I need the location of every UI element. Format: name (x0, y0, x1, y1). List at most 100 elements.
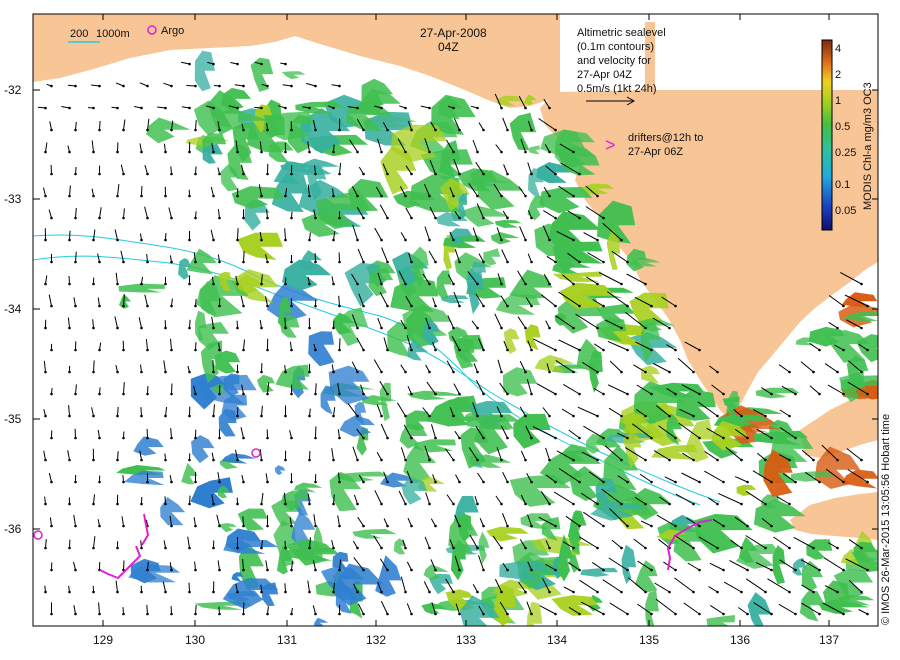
velocity-vector-head (164, 458, 167, 462)
velocity-vector-head (362, 480, 365, 484)
velocity-vector (779, 559, 796, 571)
velocity-vector-head (338, 568, 341, 572)
velocity-vector-head (482, 524, 485, 528)
velocity-vector (315, 383, 317, 395)
velocity-vector-head (122, 480, 125, 484)
velocity-vector-head (242, 568, 245, 572)
velocity-vector-head (332, 194, 335, 198)
velocity-vector (561, 408, 574, 417)
velocity-vector-head (266, 260, 269, 264)
velocity-vector-head (44, 194, 47, 198)
velocity-vector-head (788, 502, 791, 506)
velocity-vector (117, 451, 119, 461)
velocity-vector-head (410, 568, 413, 572)
velocity-vector-head (482, 172, 485, 176)
velocity-vector-head (164, 414, 167, 418)
velocity-vector-head (260, 458, 263, 462)
velocity-vector-head (596, 502, 599, 506)
velocity-vector (212, 360, 214, 373)
chlorophyll-patch (274, 465, 286, 476)
velocity-vector-head (476, 502, 479, 506)
velocity-vector (339, 162, 342, 175)
colorbar (821, 39, 833, 231)
velocity-vector-head (836, 326, 839, 330)
velocity-vector-head (356, 194, 359, 198)
velocity-vector-head (386, 480, 389, 484)
velocity-vector-head (404, 106, 407, 110)
map-canvas: 129 130 131 132 133 134 135 136 137 -32 … (4, 13, 879, 647)
velocity-vector-head (410, 128, 413, 132)
velocity-vector (338, 295, 340, 307)
x-tick-label-130: 130 (185, 633, 205, 647)
velocity-vector-head (332, 326, 335, 330)
velocity-vector-head (242, 524, 245, 528)
velocity-vector-head (242, 480, 245, 484)
chlorophyll-patch (580, 567, 619, 577)
velocity-vector-head (698, 392, 701, 396)
velocity-vector-head (50, 568, 53, 572)
velocity-vector (163, 360, 166, 373)
velocity-vector-head (146, 436, 149, 440)
velocity-vector (123, 119, 126, 131)
velocity-vector-head (554, 392, 557, 396)
velocity-vector-head (338, 524, 341, 528)
velocity-vector (234, 84, 244, 87)
velocity-vector (517, 316, 526, 329)
velocity-vector-head (476, 590, 479, 594)
velocity-vector-head (578, 172, 581, 176)
velocity-vector-head (194, 304, 197, 308)
velocity-vector-head (482, 128, 485, 132)
velocity-vector-head (722, 524, 725, 528)
velocity-vector-head (260, 282, 263, 286)
velocity-vector-head (284, 414, 287, 418)
chlorophyll-patch (390, 277, 439, 312)
velocity-vector-head (788, 458, 791, 462)
velocity-vector-head (188, 590, 191, 594)
velocity-vector (284, 317, 286, 329)
chlorophyll-patch (631, 487, 672, 521)
velocity-vector (139, 143, 142, 153)
velocity-vector-head (530, 612, 533, 616)
velocity-vector (502, 471, 508, 483)
velocity-vector-head (236, 106, 239, 110)
velocity-vector-head (284, 62, 287, 66)
velocity-vector-head (620, 282, 623, 286)
velocity-vector-head (554, 524, 557, 528)
velocity-vector (374, 490, 382, 505)
velocity-vector-head (236, 370, 239, 374)
y-tick-label-35: -35 (4, 412, 22, 426)
velocity-vector-head (626, 480, 629, 484)
velocity-vector-head (860, 326, 863, 330)
velocity-vector-head (524, 370, 527, 374)
velocity-vector-head (458, 260, 461, 264)
velocity-vector (563, 586, 574, 593)
velocity-vector-head (482, 260, 485, 264)
velocity-vector-head (740, 502, 743, 506)
colorbar-tick-1: 1 (835, 95, 841, 107)
velocity-vector-head (476, 282, 479, 286)
velocity-vector-head (290, 436, 293, 440)
velocity-vector-head (290, 612, 293, 616)
x-tick-label-131: 131 (277, 633, 297, 647)
chlorophyll-patch (160, 497, 186, 526)
velocity-vector-head (428, 590, 431, 594)
velocity-vector-head (74, 216, 77, 220)
velocity-vector-head (506, 612, 509, 616)
velocity-vector (265, 473, 268, 483)
velocity-vector (828, 321, 838, 329)
velocity-vector-head (332, 546, 335, 550)
velocity-vector-head (812, 370, 815, 374)
chlorophyll-patch (524, 324, 541, 351)
velocity-vector-head (506, 480, 509, 484)
velocity-vector-head (92, 458, 95, 462)
velocity-vector-head (188, 458, 191, 462)
velocity-vector-head (290, 216, 293, 220)
velocity-vector-head (626, 392, 629, 396)
velocity-vector-head (554, 348, 557, 352)
velocity-vector (432, 297, 436, 307)
velocity-vector-head (194, 392, 197, 396)
velocity-vector-head (236, 62, 239, 66)
velocity-vector-head (428, 150, 431, 154)
velocity-vector-head (524, 282, 527, 286)
velocity-vector-head (668, 590, 671, 594)
